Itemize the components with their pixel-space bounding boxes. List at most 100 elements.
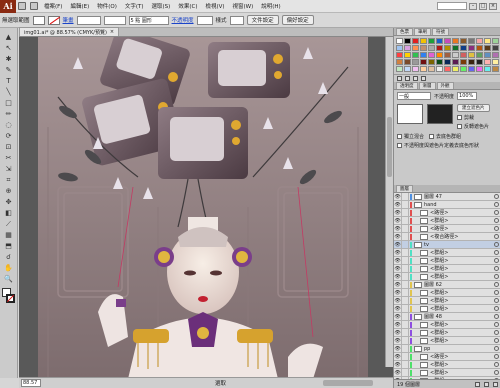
color-swatch[interactable] bbox=[468, 66, 475, 72]
layer-row[interactable]: 👁 <群組> bbox=[394, 329, 500, 337]
lock-toggle-icon[interactable] bbox=[402, 249, 409, 256]
swatch-panel-tab[interactable]: 色票 bbox=[396, 28, 413, 35]
lock-toggle-icon[interactable] bbox=[402, 201, 409, 208]
color-swatch[interactable] bbox=[412, 52, 419, 58]
new-sublayer-icon[interactable] bbox=[475, 381, 480, 387]
vertical-scrollbar[interactable] bbox=[385, 37, 393, 367]
lock-toggle-icon[interactable] bbox=[402, 209, 409, 216]
opacity-link[interactable]: 不透明度 bbox=[172, 16, 194, 24]
tool-icon[interactable]: ⊕ bbox=[3, 186, 15, 196]
tool-icon[interactable]: ✎ bbox=[3, 65, 15, 75]
menu-item[interactable]: 說明(H) bbox=[257, 2, 284, 10]
style-field[interactable] bbox=[229, 15, 244, 25]
menu-item[interactable]: 編輯(E) bbox=[66, 2, 93, 10]
visibility-eye-icon[interactable]: 👁 bbox=[394, 321, 402, 328]
opacity-input[interactable]: 100% bbox=[457, 92, 478, 100]
target-circle-icon[interactable] bbox=[494, 242, 499, 247]
target-circle-icon[interactable] bbox=[494, 290, 499, 295]
visibility-eye-icon[interactable]: 👁 bbox=[394, 313, 402, 320]
target-circle-icon[interactable] bbox=[494, 282, 499, 287]
stroke-swatch-tool[interactable] bbox=[5, 294, 15, 303]
color-swatch[interactable] bbox=[460, 38, 467, 44]
visibility-eye-icon[interactable]: 👁 bbox=[394, 209, 402, 216]
lock-toggle-icon[interactable] bbox=[402, 233, 409, 240]
tool-icon[interactable]: ✥ bbox=[3, 197, 15, 207]
maximize-icon[interactable]: □ bbox=[479, 2, 487, 10]
color-swatch[interactable] bbox=[412, 59, 419, 65]
menu-item[interactable]: 物件(O) bbox=[93, 2, 121, 10]
zoom-field[interactable]: 88.57 bbox=[21, 379, 41, 387]
tool-icon[interactable]: ◧ bbox=[3, 208, 15, 218]
blend-mode-select[interactable]: 一般 bbox=[397, 92, 431, 100]
color-swatch[interactable] bbox=[420, 59, 427, 65]
visibility-eye-icon[interactable]: 👁 bbox=[394, 233, 402, 240]
target-circle-icon[interactable] bbox=[494, 250, 499, 255]
document-tab[interactable]: img01.ai* @ 88.57% (CMYK/預覽) × bbox=[19, 27, 120, 36]
lock-toggle-icon[interactable] bbox=[402, 337, 409, 344]
color-swatch[interactable] bbox=[436, 45, 443, 51]
target-circle-icon[interactable] bbox=[494, 306, 499, 311]
target-circle-icon[interactable] bbox=[494, 362, 499, 367]
color-swatch[interactable] bbox=[420, 45, 427, 51]
target-circle-icon[interactable] bbox=[494, 226, 499, 231]
tab-close-icon[interactable]: × bbox=[110, 29, 114, 35]
color-swatch[interactable] bbox=[484, 52, 491, 58]
color-swatch[interactable] bbox=[396, 38, 403, 44]
color-swatch[interactable] bbox=[436, 52, 443, 58]
invert-checkbox[interactable] bbox=[457, 124, 462, 129]
layer-row[interactable]: 👁 <群組> bbox=[394, 305, 500, 313]
color-swatch[interactable] bbox=[428, 66, 435, 72]
opacity-field[interactable] bbox=[196, 15, 213, 25]
color-swatch[interactable] bbox=[412, 38, 419, 44]
color-swatch[interactable] bbox=[444, 59, 451, 65]
show-swatch-kinds-icon[interactable] bbox=[405, 76, 410, 81]
new-swatch-icon[interactable] bbox=[413, 76, 418, 81]
color-swatch[interactable] bbox=[484, 66, 491, 72]
layer-row[interactable]: 👁 圖層 48 bbox=[394, 313, 500, 321]
visibility-eye-icon[interactable]: 👁 bbox=[394, 225, 402, 232]
layer-row[interactable]: 👁 <群組> bbox=[394, 217, 500, 225]
tool-icon[interactable]: ╲ bbox=[3, 87, 15, 97]
tool-icon[interactable]: ⇲ bbox=[3, 164, 15, 174]
color-swatch[interactable] bbox=[404, 52, 411, 58]
tool-icon[interactable]: ⟋ bbox=[3, 219, 15, 229]
target-circle-icon[interactable] bbox=[494, 354, 499, 359]
tool-icon[interactable]: ⟳ bbox=[3, 131, 15, 141]
color-swatch[interactable] bbox=[396, 59, 403, 65]
lock-toggle-icon[interactable] bbox=[402, 329, 409, 336]
swatch-panel-tab[interactable]: 筆刷 bbox=[414, 28, 431, 35]
visibility-eye-icon[interactable]: 👁 bbox=[394, 193, 402, 200]
color-swatch[interactable] bbox=[404, 45, 411, 51]
target-circle-icon[interactable] bbox=[494, 298, 499, 303]
arrange-icon[interactable] bbox=[30, 2, 38, 10]
visibility-eye-icon[interactable]: 👁 bbox=[394, 361, 402, 368]
color-swatch[interactable] bbox=[492, 52, 499, 58]
target-circle-icon[interactable] bbox=[494, 346, 499, 351]
lock-toggle-icon[interactable] bbox=[402, 289, 409, 296]
target-circle-icon[interactable] bbox=[494, 258, 499, 263]
canvas-area[interactable] bbox=[19, 37, 393, 377]
layer-row[interactable]: 👁 圖層 62 bbox=[394, 281, 500, 289]
tool-icon[interactable]: ✋ bbox=[3, 263, 15, 273]
target-circle-icon[interactable] bbox=[494, 210, 499, 215]
tool-icon[interactable]: ✏ bbox=[3, 109, 15, 119]
tool-icon[interactable]: ✱ bbox=[3, 54, 15, 64]
color-swatch[interactable] bbox=[484, 38, 491, 44]
target-circle-icon[interactable] bbox=[494, 322, 499, 327]
tool-icon[interactable]: ▲ bbox=[3, 32, 15, 42]
menu-item[interactable]: 效果(C) bbox=[174, 2, 201, 10]
color-swatch[interactable] bbox=[460, 52, 467, 58]
swatch-panel-tab[interactable]: 符號 bbox=[432, 28, 449, 35]
color-swatch[interactable] bbox=[404, 38, 411, 44]
document-setup-button[interactable]: 文件設定 bbox=[246, 15, 279, 25]
tool-icon[interactable]: □ bbox=[3, 98, 15, 108]
visibility-eye-icon[interactable]: 👁 bbox=[394, 305, 402, 312]
color-swatch[interactable] bbox=[444, 52, 451, 58]
color-swatch[interactable] bbox=[436, 66, 443, 72]
lock-toggle-icon[interactable] bbox=[402, 297, 409, 304]
layer-row[interactable]: 👁 <群組> bbox=[394, 369, 500, 377]
stroke-link[interactable]: 筆畫 bbox=[63, 16, 74, 24]
new-layer-icon[interactable] bbox=[484, 381, 489, 387]
color-swatch[interactable] bbox=[492, 66, 499, 72]
visibility-eye-icon[interactable]: 👁 bbox=[394, 257, 402, 264]
